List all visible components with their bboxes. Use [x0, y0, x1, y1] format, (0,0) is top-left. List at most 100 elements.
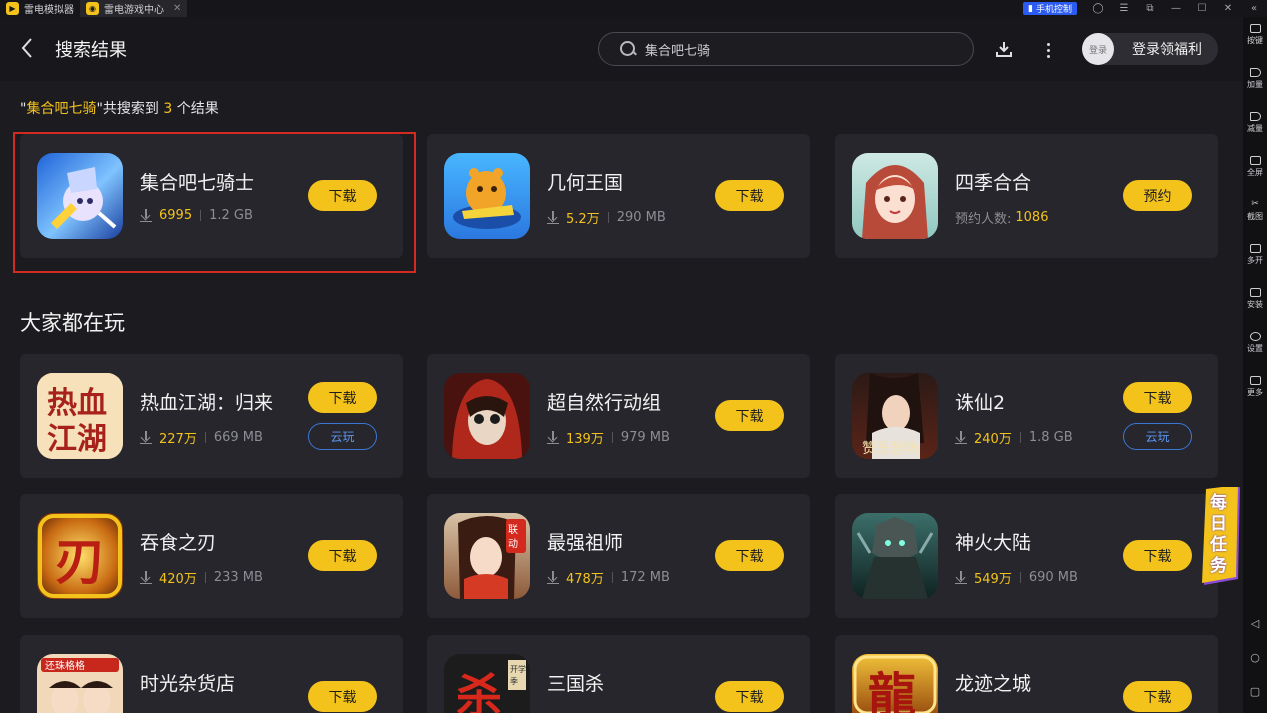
sidebar-item-volume-up[interactable]: 加量	[1243, 68, 1267, 90]
download-button[interactable]: 下载	[715, 540, 784, 571]
game-name: 热血江湖：归来	[140, 392, 274, 414]
download-button[interactable]: 下载	[308, 681, 377, 712]
search-box[interactable]	[598, 32, 974, 66]
svg-text:热血: 热血	[47, 386, 107, 421]
sidebar-item-settings[interactable]: 设置	[1243, 332, 1267, 354]
login-button[interactable]: 登录 登录领福利	[1082, 33, 1218, 65]
game-card[interactable]: 刃 吞食之刃 420万 233 MB 下载	[20, 494, 403, 618]
search-icon	[619, 40, 637, 58]
game-size: 979 MB	[620, 430, 670, 445]
sidebar-item-fullscreen[interactable]: 全屏	[1243, 156, 1267, 178]
game-name: 吞食之刃	[140, 532, 217, 554]
download-count-icon	[955, 431, 967, 444]
fullscreen-icon	[1249, 156, 1261, 165]
game-size: 172 MB	[620, 570, 670, 585]
game-icon: 刃	[37, 513, 123, 599]
game-card[interactable]: 还珠格格 时光杂货店 下载	[20, 635, 403, 713]
more-options-icon[interactable]	[1040, 39, 1056, 61]
game-card[interactable]: 赞吾登场 诛仙2 240万 1.8 GB 下载 云玩	[835, 354, 1218, 478]
login-label: 登录领福利	[1132, 42, 1202, 58]
sidebar-item-volume-down[interactable]: 减量	[1243, 112, 1267, 134]
game-meta: 139万 979 MB	[547, 428, 670, 447]
cloud-play-button[interactable]: 云玩	[1123, 423, 1192, 450]
tab-game-center[interactable]: ◉ 雷电游戏中心 ✕	[80, 0, 188, 17]
game-name: 四季合合	[955, 172, 1032, 194]
svg-text:开学: 开学	[510, 664, 526, 674]
download-button[interactable]: 下载	[715, 180, 784, 211]
game-card[interactable]: 超自然行动组 139万 979 MB 下载	[427, 354, 810, 478]
game-meta: 227万 669 MB	[140, 428, 263, 447]
game-name: 龙迹之城	[955, 673, 1032, 695]
svg-text:江湖: 江湖	[47, 422, 107, 457]
daily-task-badge[interactable]: 每日任务	[1202, 485, 1242, 585]
reserve-button[interactable]: 预约	[1123, 180, 1192, 211]
game-size: 690 MB	[1028, 570, 1078, 585]
game-card[interactable]: 神火大陆 549万 690 MB 下载	[835, 494, 1218, 618]
gamepad-icon: ◉	[86, 2, 99, 15]
download-count: 478万	[566, 572, 604, 587]
download-button[interactable]: 下载	[1123, 681, 1192, 712]
search-input[interactable]	[645, 41, 945, 57]
sidebar-item-screenshot[interactable]: ✂ 截图	[1243, 200, 1267, 222]
selection-highlight	[13, 132, 416, 273]
game-name: 时光杂货店	[140, 673, 236, 695]
menu-icon[interactable]: ☰	[1111, 0, 1137, 17]
sidebar-item-install[interactable]: 安装	[1243, 288, 1267, 310]
cloud-play-button[interactable]: 云玩	[308, 423, 377, 450]
svg-text:龍: 龍	[868, 668, 916, 713]
svg-text:刃: 刃	[55, 533, 105, 591]
download-count: 549万	[974, 572, 1012, 587]
tab-label: 雷电游戏中心	[104, 5, 164, 16]
game-icon	[444, 153, 530, 239]
download-button[interactable]: 下载	[308, 382, 377, 413]
game-icon: 龍	[852, 654, 938, 713]
nav-back-icon[interactable]: ◁	[1249, 618, 1261, 630]
back-arrow-icon[interactable]	[20, 37, 40, 61]
maximize-icon[interactable]: ☐	[1189, 0, 1215, 17]
download-button[interactable]: 下载	[715, 400, 784, 431]
tab-label: 雷电模拟器	[24, 5, 74, 16]
game-name: 诛仙2	[955, 392, 1006, 414]
game-card[interactable]: 杀 开学 季 三国杀 下载	[427, 635, 810, 713]
tab-emulator[interactable]: ▶ 雷电模拟器	[0, 0, 80, 17]
download-button[interactable]: 下载	[308, 540, 377, 571]
game-card[interactable]: 龍 龙迹之城 下载	[835, 635, 1218, 713]
collapse-sidebar-icon[interactable]: «	[1241, 0, 1267, 17]
download-count: 240万	[974, 432, 1012, 447]
close-icon[interactable]: ✕	[1215, 0, 1241, 17]
svg-text:杀: 杀	[456, 669, 502, 713]
game-icon: 热血 江湖	[37, 373, 123, 459]
game-card[interactable]: 四季合合 预约人数: 1086 预约	[835, 134, 1218, 258]
close-tab-icon[interactable]: ✕	[173, 3, 181, 14]
nav-recents-icon[interactable]: ▢	[1249, 686, 1261, 698]
game-meta: 478万 172 MB	[547, 568, 670, 587]
game-card[interactable]: 几何王国 5.2万 290 MB 下载	[427, 134, 810, 258]
game-card[interactable]: 热血 江湖 热血江湖：归来 227万 669 MB 下载 云玩	[20, 354, 403, 478]
phone-control-button[interactable]: ▮ 手机控制	[1023, 2, 1077, 15]
svg-text:季: 季	[510, 676, 518, 686]
nav-home-icon[interactable]: ○	[1249, 652, 1261, 664]
download-count-icon	[547, 431, 559, 444]
emulator-sidebar: 按键 加量 减量 全屏 ✂ 截图 多开 安装 设置 更多 ◁ ○ ▢	[1243, 17, 1267, 713]
download-count-icon	[140, 571, 152, 584]
phone-icon: ▮	[1028, 3, 1033, 14]
minimize-icon[interactable]: —	[1163, 0, 1189, 17]
sidebar-item-keymap[interactable]: 按键	[1243, 24, 1267, 46]
download-button[interactable]: 下载	[1123, 382, 1192, 413]
account-icon[interactable]: ◯	[1085, 0, 1111, 17]
game-icon: 联 动	[444, 513, 530, 599]
sidebar-item-more[interactable]: 更多	[1243, 376, 1267, 398]
game-card[interactable]: 联 动 最强祖师 478万 172 MB 下载	[427, 494, 810, 618]
download-button[interactable]: 下载	[1123, 540, 1192, 571]
sidebar-item-multi-instance[interactable]: 多开	[1243, 244, 1267, 266]
multi-window-icon	[1249, 244, 1261, 253]
game-meta: 5.2万 290 MB	[547, 208, 666, 227]
reservation-count: 1086	[1015, 210, 1049, 225]
restore-icon[interactable]: ⧉	[1137, 0, 1163, 17]
result-summary: "集合吧七骑"共搜索到 3 个结果	[20, 101, 219, 117]
game-icon	[444, 373, 530, 459]
download-count-icon	[547, 211, 559, 224]
download-button[interactable]: 下载	[715, 681, 784, 712]
download-manager-icon[interactable]	[994, 39, 1016, 61]
search-keyword: 集合吧七骑	[26, 101, 97, 117]
